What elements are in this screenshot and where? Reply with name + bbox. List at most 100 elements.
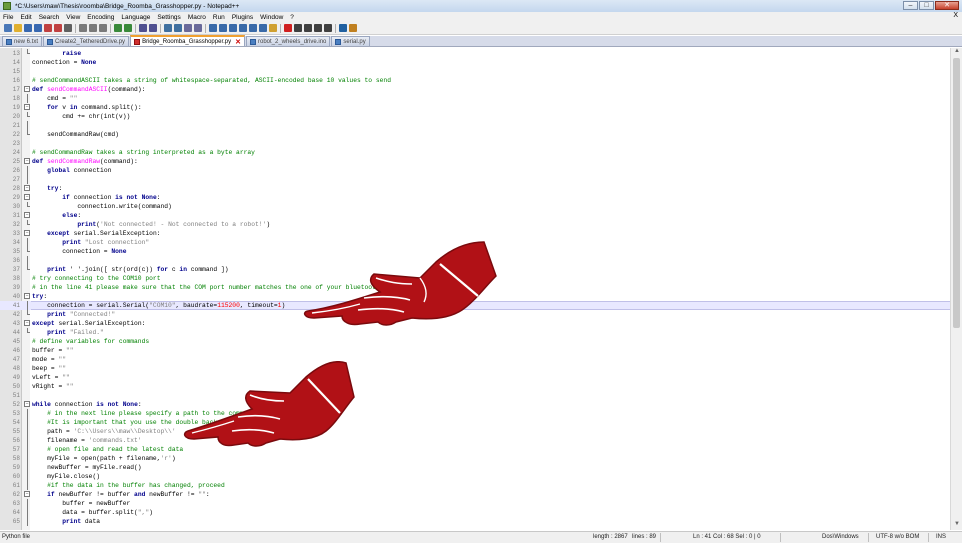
- spell-icon[interactable]: [339, 24, 347, 32]
- code-line[interactable]: 29− if connection is not None:: [0, 193, 950, 202]
- code-line[interactable]: 25− def sendCommandRaw(command):: [0, 157, 950, 166]
- fold-toggle-icon[interactable]: −: [24, 320, 30, 326]
- print-icon[interactable]: [64, 24, 72, 32]
- save-all-icon[interactable]: [34, 24, 42, 32]
- code-line[interactable]: 62− if newBuffer != buffer and newBuffer…: [0, 490, 950, 499]
- code-line[interactable]: 23: [0, 139, 950, 148]
- sync-v-icon[interactable]: [184, 24, 192, 32]
- menu-encoding[interactable]: Encoding: [87, 14, 114, 21]
- fold-toggle-icon[interactable]: −: [24, 158, 30, 164]
- save-icon[interactable]: [24, 24, 32, 32]
- code-line[interactable]: 16 # sendCommandASCII takes a string of w…: [0, 76, 950, 85]
- menu-settings[interactable]: Settings: [157, 14, 181, 21]
- menu-help[interactable]: ?: [290, 14, 294, 21]
- code-line[interactable]: 56 filename = 'commands.txt': [0, 436, 950, 445]
- code-line[interactable]: 21: [0, 121, 950, 130]
- code-line[interactable]: 60 myFile.close(): [0, 472, 950, 481]
- code-line[interactable]: 47 mode = "": [0, 355, 950, 364]
- code-line[interactable]: 17− def sendCommandASCII(command):: [0, 85, 950, 94]
- menu-window[interactable]: Window: [260, 14, 283, 21]
- menu-file[interactable]: File: [3, 14, 13, 21]
- minimize-button[interactable]: –: [903, 1, 918, 10]
- doc-map-icon[interactable]: [249, 24, 257, 32]
- code-line[interactable]: 58 myFile = open(path + filename,'r'): [0, 454, 950, 463]
- close-all-icon[interactable]: [54, 24, 62, 32]
- menu-run[interactable]: Run: [213, 14, 225, 21]
- menu-view[interactable]: View: [66, 14, 80, 21]
- code-line[interactable]: 51: [0, 391, 950, 400]
- code-line[interactable]: 57 # open file and read the latest data: [0, 445, 950, 454]
- play-icon[interactable]: [304, 24, 312, 32]
- code-line[interactable]: 63 buffer = newBuffer: [0, 499, 950, 508]
- lang-icon[interactable]: [239, 24, 247, 32]
- zoom-out-icon[interactable]: [174, 24, 182, 32]
- code-line[interactable]: 20 cmd += chr(int(v)): [0, 112, 950, 121]
- code-editor[interactable]: ▲ ▼ 13 raise 14 connection = None 15 16 # sen…: [0, 48, 962, 530]
- scroll-down-icon[interactable]: ▼: [951, 521, 962, 530]
- fold-toggle-icon[interactable]: −: [24, 185, 30, 191]
- menu-edit[interactable]: Edit: [20, 14, 31, 21]
- fold-toggle-icon[interactable]: −: [24, 491, 30, 497]
- fold-toggle-icon[interactable]: −: [24, 401, 30, 407]
- fold-toggle-icon[interactable]: −: [24, 86, 30, 92]
- close-window-button[interactable]: ✕: [935, 1, 959, 10]
- fold-toggle-icon[interactable]: −: [24, 194, 30, 200]
- menu-language[interactable]: Language: [121, 14, 150, 21]
- fold-toggle-icon[interactable]: −: [24, 212, 30, 218]
- code-line[interactable]: 27: [0, 175, 950, 184]
- code-line[interactable]: 15: [0, 67, 950, 76]
- folder-icon[interactable]: [269, 24, 277, 32]
- code-line[interactable]: 64 data = buffer.split(","): [0, 508, 950, 517]
- code-line[interactable]: 50 vRight = "": [0, 382, 950, 391]
- save-macro-icon[interactable]: [324, 24, 332, 32]
- fold-toggle-icon[interactable]: −: [24, 293, 30, 299]
- sync-h-icon[interactable]: [194, 24, 202, 32]
- fold-toggle-icon[interactable]: −: [24, 230, 30, 236]
- code-line[interactable]: 54 #It is important that you use the dou…: [0, 418, 950, 427]
- code-line[interactable]: 55 path = 'C:\\Users\\maw\\Desktop\\': [0, 427, 950, 436]
- code-line[interactable]: 24 # sendCommandRaw takes a string interp…: [0, 148, 950, 157]
- wrap-icon[interactable]: [209, 24, 217, 32]
- code-line[interactable]: 19− for v in command.split():: [0, 103, 950, 112]
- status-eol[interactable]: Dos\Windows: [822, 534, 859, 540]
- tab-serial-py[interactable]: serial.py: [331, 36, 370, 46]
- code-line[interactable]: 45 # define variables for commands: [0, 337, 950, 346]
- find-icon[interactable]: [139, 24, 147, 32]
- code-line[interactable]: 18 cmd = "": [0, 94, 950, 103]
- paste-icon[interactable]: [99, 24, 107, 32]
- code-line[interactable]: 13 raise: [0, 49, 950, 58]
- code-line[interactable]: 52− while connection is not None:: [0, 400, 950, 409]
- open-icon[interactable]: [14, 24, 22, 32]
- zoom-in-icon[interactable]: [164, 24, 172, 32]
- code-line[interactable]: 14 connection = None: [0, 58, 950, 67]
- code-line[interactable]: 22 sendCommandRaw(cmd): [0, 130, 950, 139]
- menu-search[interactable]: Search: [39, 14, 60, 21]
- redo-icon[interactable]: [124, 24, 132, 32]
- tab-new-6-txt[interactable]: new 6.txt: [2, 36, 43, 46]
- code-line[interactable]: 46 buffer = "": [0, 346, 950, 355]
- menu-plugins[interactable]: Plugins: [232, 14, 253, 21]
- all-chars-icon[interactable]: [219, 24, 227, 32]
- code-line[interactable]: 26 global connection: [0, 166, 950, 175]
- indent-guide-icon[interactable]: [229, 24, 237, 32]
- code-line[interactable]: 33− except serial.SerialException:: [0, 229, 950, 238]
- record-icon[interactable]: [284, 24, 292, 32]
- code-line[interactable]: 31− else:: [0, 211, 950, 220]
- replace-icon[interactable]: [149, 24, 157, 32]
- close-document-button[interactable]: X: [953, 12, 958, 19]
- scroll-up-icon[interactable]: ▲: [951, 48, 962, 57]
- abc-icon[interactable]: [349, 24, 357, 32]
- copy-icon[interactable]: [89, 24, 97, 32]
- cut-icon[interactable]: [79, 24, 87, 32]
- stop-icon[interactable]: [294, 24, 302, 32]
- new-file-icon[interactable]: [4, 24, 12, 32]
- code-line[interactable]: 30 connection.write(command): [0, 202, 950, 211]
- code-line[interactable]: 61 #if the data in the buffer has change…: [0, 481, 950, 490]
- tab-create2-tethereddrive-py[interactable]: Create2_TetheredDrive.py: [43, 36, 130, 46]
- code-line[interactable]: 28− try:: [0, 184, 950, 193]
- vertical-scrollbar[interactable]: ▲ ▼: [950, 48, 962, 530]
- function-list-icon[interactable]: [259, 24, 267, 32]
- scrollbar-thumb[interactable]: [953, 58, 960, 328]
- code-line[interactable]: 49 vLeft = "": [0, 373, 950, 382]
- fold-toggle-icon[interactable]: −: [24, 104, 30, 110]
